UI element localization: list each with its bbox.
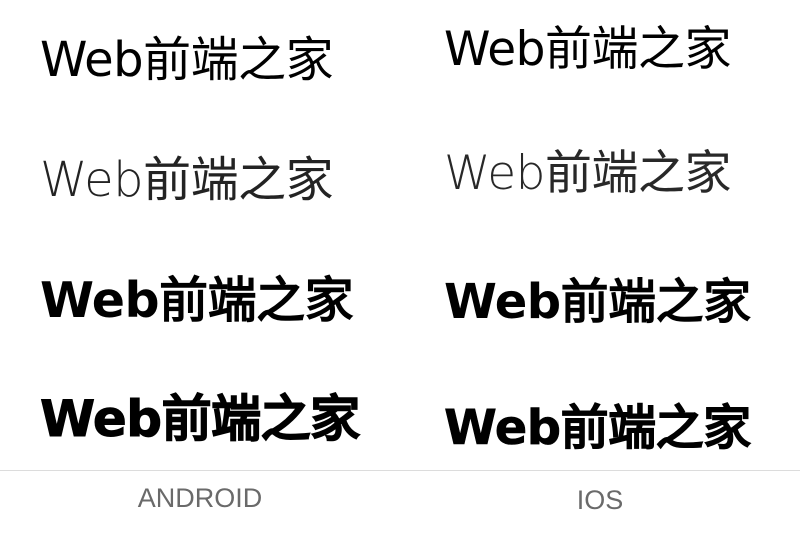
android-sample-regular: Web前端之家 xyxy=(40,32,334,88)
android-sample-light: Web前端之家 xyxy=(40,152,334,208)
android-label: ANDROID xyxy=(137,483,263,513)
platform-footer: ANDROID IOS xyxy=(0,471,800,540)
android-sample-black: Web前端之家 xyxy=(40,390,361,448)
ios-sample-bold: Web前端之家 xyxy=(444,274,751,330)
ios-sample-light: Web前端之家 xyxy=(444,146,731,201)
font-comparison-stage: Web前端之家 Web前端之家 Web前端之家 Web前端之家 Web前端之家 … xyxy=(0,0,800,470)
ios-sample-regular: Web前端之家 xyxy=(444,22,731,77)
ios-sample-heavy: Web前端之家 xyxy=(444,400,752,456)
ios-label: IOS xyxy=(576,485,624,515)
android-sample-bold: Web前端之家 xyxy=(40,272,354,329)
